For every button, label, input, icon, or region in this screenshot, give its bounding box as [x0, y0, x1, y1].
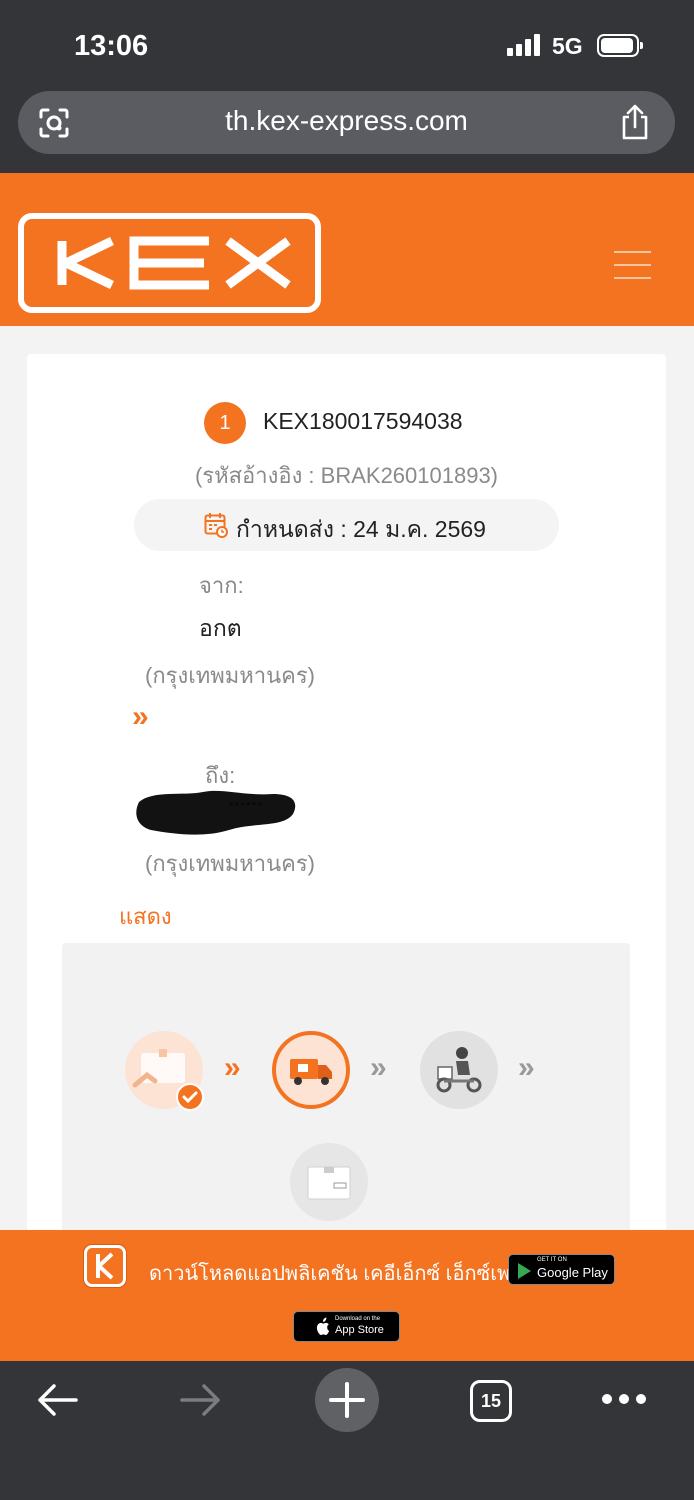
address-bar[interactable]: th.kex-express.com	[18, 91, 675, 154]
app-store-small-label: Download on the	[335, 1316, 381, 1322]
google-play-label: Google Play	[537, 1265, 608, 1280]
browser-bottom-toolbar: 15	[0, 1361, 694, 1500]
app-store-button[interactable]: Download on the App Store	[293, 1311, 400, 1342]
from-label: จาก:	[199, 573, 244, 598]
google-play-icon	[518, 1263, 531, 1279]
back-arrow-icon[interactable]	[36, 1381, 78, 1419]
battery-icon	[597, 34, 643, 57]
url-text[interactable]: th.kex-express.com	[18, 105, 675, 137]
share-icon[interactable]	[619, 103, 651, 141]
tabs-button[interactable]: 15	[470, 1380, 512, 1422]
step-in-transit	[272, 1031, 350, 1109]
show-details-link[interactable]: แสดง	[119, 899, 172, 934]
redaction-mark	[136, 790, 296, 835]
motorbike-rider-icon	[436, 1047, 482, 1093]
site-header	[0, 173, 694, 326]
tracking-row: 1 KEX180017594038	[27, 402, 666, 444]
google-play-small-label: GET IT ON	[537, 1257, 567, 1263]
sender-city: (กรุงเทพมหานคร)	[145, 663, 315, 688]
hamburger-menu-icon[interactable]	[614, 251, 651, 279]
due-date: กำหนดส่ง : 24 ม.ค. 2569	[236, 516, 486, 542]
network-type: 5G	[552, 33, 583, 59]
truck-icon	[290, 1059, 332, 1085]
package-box-icon	[307, 1166, 351, 1200]
apple-icon	[316, 1317, 330, 1335]
check-icon	[176, 1083, 204, 1111]
new-tab-button[interactable]	[315, 1368, 379, 1432]
app-download-banner: ดาวน์โหลดแอปพลิเคชัน เคอีเอ็กซ์ เอ็กซ์เพ…	[0, 1230, 694, 1361]
tracking-number: KEX180017594038	[263, 408, 463, 434]
recipient-city: (กรุงเทพมหานคร)	[145, 851, 315, 876]
reference-number: (รหัสอ้างอิง : BRAK260101893)	[194, 463, 499, 488]
step-chevron-icon: »	[224, 1051, 241, 1084]
double-chevron-down-icon: »	[132, 700, 149, 733]
step-chevron-icon: »	[518, 1051, 535, 1084]
kex-app-icon	[84, 1245, 126, 1287]
shipment-index-badge: 1	[204, 402, 246, 444]
step-out-for-delivery	[420, 1031, 498, 1109]
step-delivered	[290, 1143, 368, 1221]
app-store-label: App Store	[335, 1324, 384, 1336]
calendar-clock-icon	[204, 513, 228, 538]
google-play-button[interactable]: GET IT ON Google Play	[508, 1254, 615, 1285]
kex-logo-mark	[57, 236, 291, 290]
delivery-progress: » » »	[62, 943, 630, 1263]
sender-name: อกต	[199, 615, 242, 641]
browser-top-chrome: 13:06 5G th.kex-express.com	[0, 0, 694, 173]
forward-arrow-icon[interactable]	[180, 1381, 222, 1419]
plus-icon	[329, 1382, 365, 1418]
kex-logo[interactable]	[18, 213, 321, 313]
app-banner-text: ดาวน์โหลดแอปพลิเคชัน เคอีเอ็กซ์ เอ็กซ์เพ…	[149, 1263, 534, 1285]
step-chevron-icon: »	[370, 1051, 387, 1084]
due-date-pill: กำหนดส่ง : 24 ม.ค. 2569	[134, 499, 559, 551]
shipment-card: 1 KEX180017594038 (รหัสอ้างอิง : BRAK260…	[27, 354, 666, 1263]
cellular-signal-icon	[507, 34, 543, 56]
more-options-icon[interactable]	[602, 1394, 646, 1406]
status-time: 13:06	[74, 30, 149, 62]
